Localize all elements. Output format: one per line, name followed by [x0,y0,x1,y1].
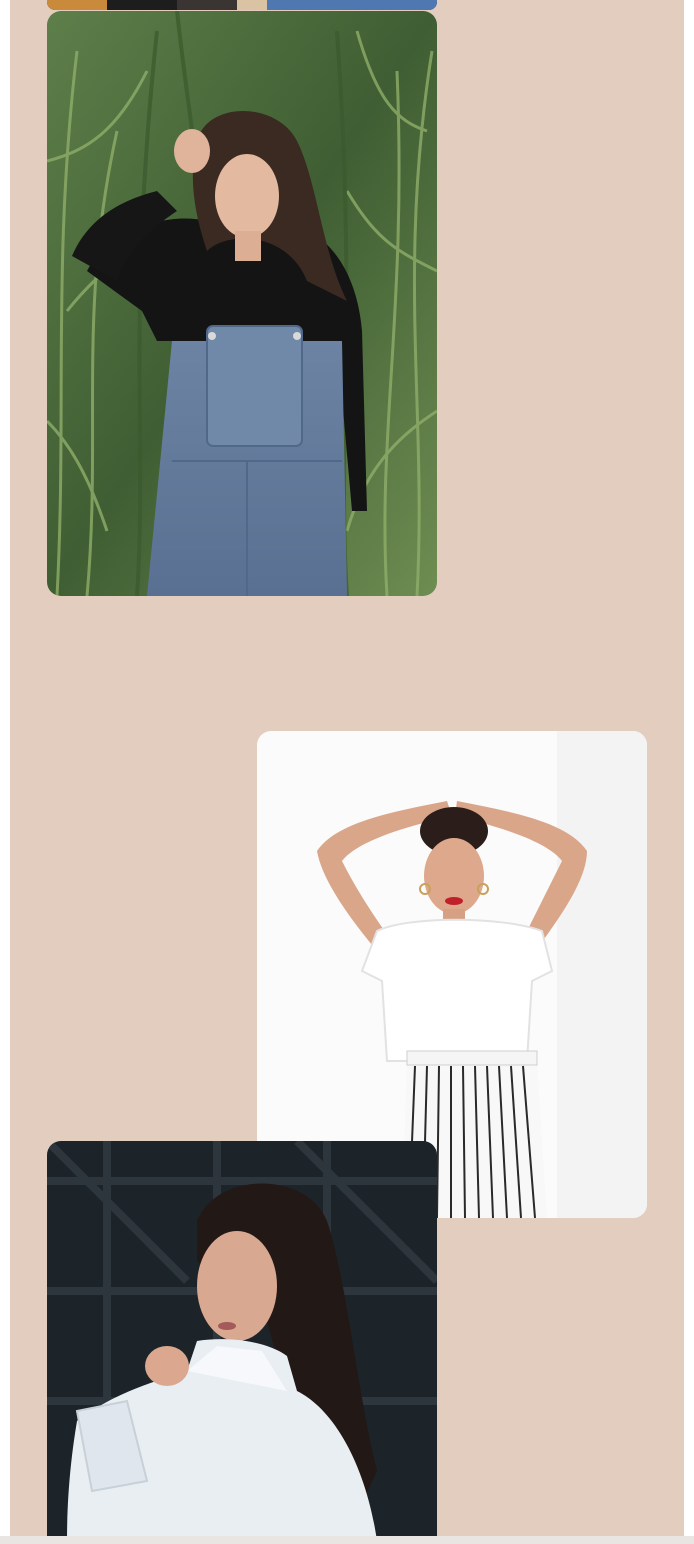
partial-photo-image [47,0,437,10]
photo-card-overalls[interactable] [47,11,437,596]
photo-card-white-shirt[interactable] [47,1141,437,1536]
overalls-photo-image [47,11,437,596]
gallery-section [10,0,684,1536]
bottom-scroll-edge [0,1536,694,1544]
white-shirt-photo-image [47,1141,437,1536]
photo-card-partial[interactable] [47,0,437,10]
